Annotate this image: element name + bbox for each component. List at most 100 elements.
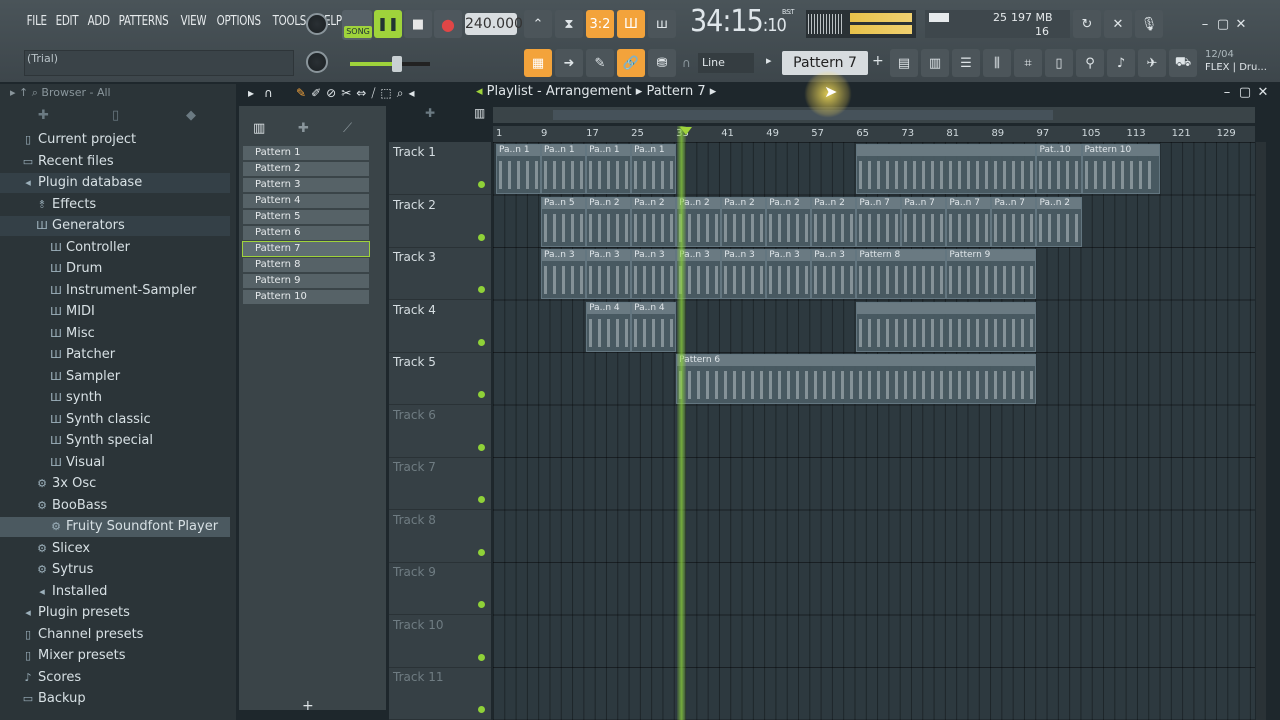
track-mute-led[interactable] <box>478 286 485 293</box>
master-pitch-knob[interactable] <box>306 51 328 73</box>
browser-item[interactable]: ⚙ BooBass <box>0 496 230 516</box>
menu-edit[interactable]: EDIT <box>53 14 81 34</box>
browser-item[interactable]: ▯ Channel presets <box>0 625 230 645</box>
picker-automation-icon[interactable]: ⟋ <box>343 121 352 136</box>
browser-item[interactable]: Ш MIDI <box>0 302 230 322</box>
pattern-clip[interactable]: Pa..n 2 <box>766 196 812 247</box>
zoom-tool-icon[interactable]: ⌕ <box>397 86 404 101</box>
delete-tool-icon[interactable]: ⊘ <box>326 86 336 101</box>
browser-filter-icon[interactable]: ◆ <box>186 108 196 123</box>
pattern-clip[interactable] <box>856 144 1037 194</box>
pattern-clip[interactable]: Pa..n 5 <box>541 196 587 247</box>
pattern-clip[interactable]: Pa..n 1 <box>631 144 677 194</box>
close-window-button[interactable]: ✕ <box>1232 16 1250 34</box>
track-header[interactable]: Track 6 <box>389 406 491 458</box>
plugin-picker-button[interactable]: ⚲ <box>1076 49 1104 77</box>
browser-item[interactable]: Ш Visual <box>0 453 230 473</box>
browser-item[interactable]: ◂ Installed <box>0 582 230 602</box>
menu-patterns[interactable]: PATTERNS <box>116 14 171 34</box>
pattern-item[interactable]: Pattern 7 <box>242 241 370 257</box>
pattern-item[interactable]: Pattern 1 <box>243 146 369 160</box>
browser-item[interactable]: Ш Generators <box>0 216 230 236</box>
arrow-up-icon[interactable]: ↑ <box>19 86 28 99</box>
redo-button[interactable]: ➜ <box>555 49 583 77</box>
browser-item[interactable]: ◂ Plugin presets <box>0 603 230 623</box>
minimize-window-button[interactable]: – <box>1196 16 1214 34</box>
track-header[interactable]: Track 9 <box>389 563 491 615</box>
playlist-maximize-button[interactable]: ▢ <box>1236 84 1254 102</box>
browser-item[interactable]: ▯ Mixer presets <box>0 646 230 666</box>
panic-button[interactable]: ✕ <box>1104 10 1132 38</box>
browser-item[interactable]: Шsynth <box>0 388 230 408</box>
menu-view[interactable]: VIEW <box>178 14 209 34</box>
horizontal-scrollbar[interactable] <box>493 107 1255 123</box>
pattern-clip[interactable]: Pa..n 7 <box>856 196 902 247</box>
pattern-clip[interactable]: Pa..n 3 <box>631 249 677 299</box>
track-header[interactable]: Track 8 <box>389 511 491 563</box>
news-panel[interactable]: 12/04 FLEX | Dru... <box>1205 48 1275 78</box>
browser-item[interactable]: Ш Instrument-Sampler <box>0 281 230 301</box>
browser-item[interactable]: ⚙ Fruity Soundfont Player <box>0 517 230 537</box>
tempo-display[interactable]: 240.000 <box>465 13 523 35</box>
snap-select[interactable]: Line <box>698 53 754 73</box>
pattern-clip[interactable]: Pa..n 7 <box>991 196 1037 247</box>
add-pattern-icon[interactable]: + <box>872 53 884 69</box>
menu-options[interactable]: OPTIONS <box>214 14 263 34</box>
refresh-button[interactable]: ↻ <box>1073 10 1101 38</box>
track-header[interactable]: Track 7 <box>389 458 491 510</box>
slice-tool-icon[interactable]: ⧸ <box>371 86 375 101</box>
track-mute-led[interactable] <box>478 706 485 713</box>
pattern-item[interactable]: Pattern 3 <box>243 178 369 192</box>
browser-item[interactable]: Ш Misc <box>0 324 230 344</box>
playback-tool-icon[interactable]: ◂ <box>408 86 414 101</box>
browser-file-icon[interactable]: ▯ <box>112 108 119 123</box>
vertical-scrollbar[interactable] <box>1256 142 1266 720</box>
pattern-clip[interactable]: Pa..n 2 <box>586 196 632 247</box>
pattern-item[interactable]: Pattern 10 <box>243 290 369 304</box>
track-header[interactable]: Track 11 <box>389 668 491 720</box>
step-edit-button[interactable]: Ш <box>617 10 645 38</box>
countdown-button[interactable]: 3:2 <box>586 10 614 38</box>
pattern-clip[interactable]: Pa..n 3 <box>766 249 812 299</box>
pattern-clip[interactable]: Pa..n 1 <box>586 144 632 194</box>
project-window-button[interactable]: ▯ <box>1045 49 1073 77</box>
stamp-button[interactable]: ⛃ <box>648 49 676 77</box>
picker-piano-icon[interactable]: ▥ <box>253 121 265 136</box>
pattern-clip[interactable]: Pattern 9 <box>946 249 1037 299</box>
track-mute-led[interactable] <box>478 181 485 188</box>
track-header[interactable]: Track 4 <box>389 301 491 353</box>
maximize-window-button[interactable]: ▢ <box>1214 16 1232 34</box>
pause-button[interactable]: ❚❚ <box>374 10 402 38</box>
typing-keyboard-button[interactable]: ▦ <box>524 49 552 77</box>
pattern-clip[interactable]: Pa..n 3 <box>721 249 767 299</box>
shop-button[interactable]: ⛟ <box>1169 49 1197 77</box>
browser-item[interactable]: ▯ Current project <box>0 130 230 150</box>
wait-input-button[interactable]: ⧗ <box>555 10 583 38</box>
pattern-clip[interactable]: Pa..n 2 <box>1036 196 1082 247</box>
track-piano-icon[interactable]: ▥ <box>474 106 485 120</box>
pattern-clip[interactable]: Pa..n 3 <box>541 249 587 299</box>
audio-input-button[interactable]: 🎙 <box>1135 10 1163 38</box>
browser-item[interactable]: ▭ Recent files <box>0 152 230 172</box>
pattern-clip[interactable]: Pa..n 2 <box>811 196 857 247</box>
browser-item[interactable]: ⚙ Sytrus <box>0 560 230 580</box>
browser-item[interactable]: ◂ Plugin database <box>0 173 230 193</box>
track-mute-led[interactable] <box>478 601 485 608</box>
browser-item[interactable]: Ш Drum <box>0 259 230 279</box>
pattern-clip[interactable]: Pattern 8 <box>856 249 947 299</box>
playlist-window-button[interactable]: ▤ <box>890 49 918 77</box>
track-mute-led[interactable] <box>478 233 485 241</box>
pattern-clip[interactable]: Pa..n 7 <box>946 196 992 247</box>
browser-add-icon[interactable]: ✚ <box>38 108 49 123</box>
pattern-item[interactable]: Pattern 8 <box>243 258 369 272</box>
track-mute-led[interactable] <box>478 443 485 451</box>
loop-record-button[interactable]: ш <box>648 10 676 38</box>
track-header[interactable]: Track 10 <box>389 616 491 668</box>
browser-item[interactable]: Ш Sampler <box>0 367 230 387</box>
pattern-clip[interactable]: Pa..n 2 <box>721 196 767 247</box>
snap-tool-button[interactable]: ✎ <box>586 49 614 77</box>
pattern-clip[interactable]: Pa..n 1 <box>496 144 542 194</box>
browser-item[interactable]: ⚙ Slicex <box>0 539 230 559</box>
menu-add[interactable]: ADD <box>85 14 112 34</box>
master-slider-handle[interactable] <box>392 56 402 72</box>
